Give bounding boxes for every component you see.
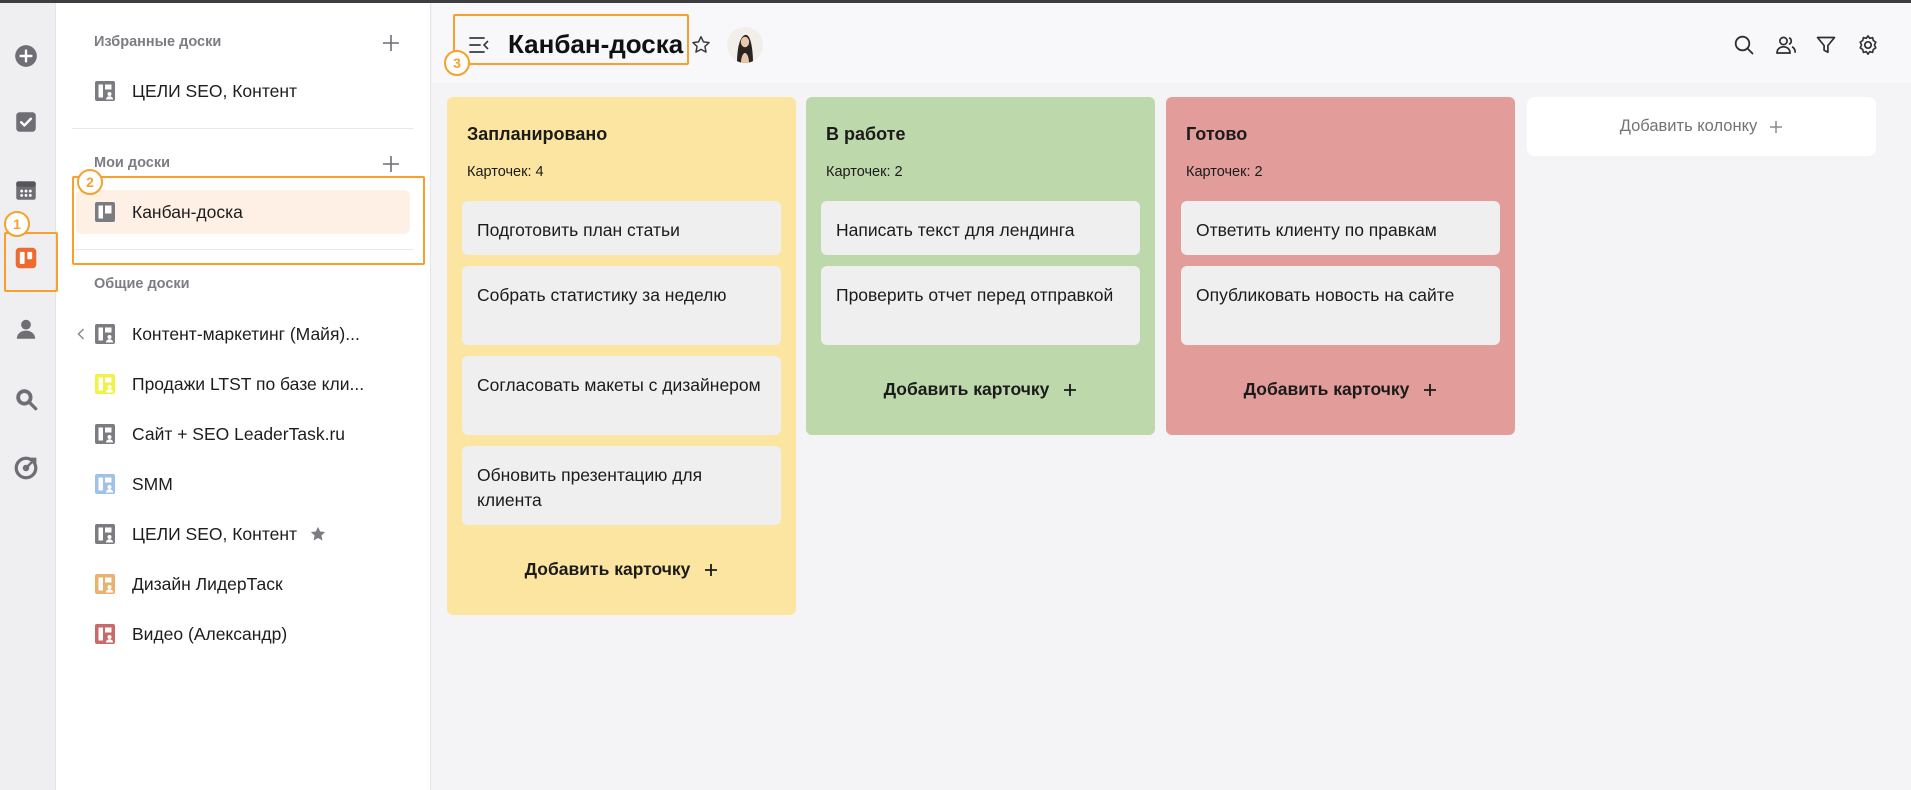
add-column-button[interactable]: Добавить колонку	[1527, 97, 1876, 156]
sidebar-item-content-marketing[interactable]: Контент-маркетинг (Майя)...	[76, 312, 410, 356]
star-filled-icon[interactable]	[309, 525, 327, 543]
tasks-check-icon[interactable]	[8, 104, 44, 140]
favorite-star-icon[interactable]	[690, 34, 712, 56]
sidebar-item-label: Продажи LTST по базе кли...	[132, 373, 365, 394]
filter-icon[interactable]	[1814, 33, 1838, 57]
plus-icon	[1770, 120, 1783, 133]
kanban-card[interactable]: Проверить отчет перед отправкой	[821, 266, 1140, 345]
kanban-card[interactable]: Подготовить план статьи	[462, 201, 781, 255]
column-title: Готово	[1186, 124, 1248, 144]
sidebar-item-favorite-seo[interactable]: ЦЕЛИ SEO, Контент	[76, 69, 410, 113]
callout-highlight-title	[453, 14, 689, 65]
column-card-count: Карточек: 2	[1186, 164, 1263, 180]
favorites-section-title: Избранные доски	[94, 34, 222, 50]
board-icon	[94, 423, 116, 445]
plus-icon	[1064, 383, 1077, 396]
callout-badge-1: 1	[4, 211, 30, 237]
board-icon	[94, 523, 116, 545]
kanban-card[interactable]: Обновить презентацию для клиента	[462, 446, 781, 525]
board-icon	[94, 323, 116, 345]
column-title: Запланировано	[467, 124, 608, 144]
sidebar-item-sales-ltst[interactable]: Продажи LTST по базе кли...	[76, 362, 410, 406]
add-card-label: Добавить карточку	[524, 559, 691, 579]
shared-section-title: Общие доски	[94, 276, 190, 292]
column-title: В работе	[826, 124, 906, 144]
boards-sidebar: Избранные доски ЦЕЛИ SEO, Контент Мои до…	[56, 3, 431, 790]
add-card-button[interactable]: Добавить карточку	[1166, 379, 1515, 400]
gear-icon[interactable]	[1856, 33, 1880, 57]
user-icon[interactable]	[8, 311, 44, 347]
sidebar-item-label: SMM	[132, 473, 173, 494]
sidebar-item-smm[interactable]: SMM	[76, 462, 410, 506]
target-icon[interactable]	[8, 450, 44, 486]
board-icon	[94, 473, 116, 495]
avatar[interactable]	[727, 27, 763, 63]
search-icon[interactable]	[1732, 33, 1756, 57]
kanban-column-in-progress: В работе Карточек: 2 Написать текст для …	[806, 97, 1155, 435]
add-card-label: Добавить карточку	[1243, 379, 1410, 399]
plus-icon	[1424, 383, 1437, 396]
callout-highlight-my-board	[72, 176, 425, 265]
sidebar-item-seo-goals[interactable]: ЦЕЛИ SEO, Контент	[76, 512, 410, 556]
icon-rail	[0, 3, 56, 790]
members-icon[interactable]	[1774, 33, 1798, 57]
sidebar-item-label: ЦЕЛИ SEO, Контент	[132, 523, 298, 544]
search-doc-icon[interactable]	[8, 381, 44, 417]
sidebar-item-site-seo[interactable]: Сайт + SEO LeaderTask.ru	[76, 412, 410, 456]
column-card-count: Карточек: 4	[467, 164, 544, 180]
add-column-label: Добавить колонку	[1619, 117, 1758, 135]
add-favorite-board-button[interactable]	[379, 31, 403, 55]
add-my-board-button[interactable]	[379, 152, 403, 176]
board-icon	[94, 623, 116, 645]
add-task-icon[interactable]	[8, 38, 44, 74]
callout-badge-3: 3	[444, 50, 470, 76]
sidebar-item-label: Сайт + SEO LeaderTask.ru	[132, 423, 346, 444]
kanban-column-done: Готово Карточек: 2 Ответить клиенту по п…	[1166, 97, 1515, 435]
add-card-button[interactable]: Добавить карточку	[806, 379, 1155, 400]
board-icon	[94, 573, 116, 595]
sidebar-item-label: Видео (Александр)	[132, 623, 288, 644]
kanban-card[interactable]: Согласовать макеты с дизайнером	[462, 356, 781, 435]
kanban-card[interactable]: Ответить клиенту по правкам	[1181, 201, 1500, 255]
column-card-count: Карточек: 2	[826, 164, 903, 180]
divider	[72, 128, 414, 129]
board-icon	[94, 80, 116, 102]
add-card-button[interactable]: Добавить карточку	[447, 559, 796, 580]
my-boards-section-title: Мои доски	[94, 155, 170, 171]
sidebar-item-design[interactable]: Дизайн ЛидерТаск	[76, 562, 410, 606]
calendar-icon[interactable]	[8, 172, 44, 208]
callout-highlight-rail	[4, 232, 58, 292]
sidebar-item-label: Контент-маркетинг (Майя)...	[132, 323, 360, 344]
sidebar-item-label: ЦЕЛИ SEO, Контент	[132, 80, 298, 101]
board-icon	[94, 373, 116, 395]
kanban-column-planned: Запланировано Карточек: 4 Подготовить пл…	[447, 97, 796, 615]
sidebar-item-label: Дизайн ЛидерТаск	[132, 573, 283, 594]
kanban-card[interactable]: Написать текст для лендинга	[821, 201, 1140, 255]
kanban-card[interactable]: Собрать статистику за неделю	[462, 266, 781, 345]
sidebar-item-video[interactable]: Видео (Александр)	[76, 612, 410, 656]
kanban-card[interactable]: Опубликовать новость на сайте	[1181, 266, 1500, 345]
callout-badge-2: 2	[77, 169, 103, 195]
plus-icon	[705, 563, 718, 576]
add-card-label: Добавить карточку	[883, 379, 1050, 399]
